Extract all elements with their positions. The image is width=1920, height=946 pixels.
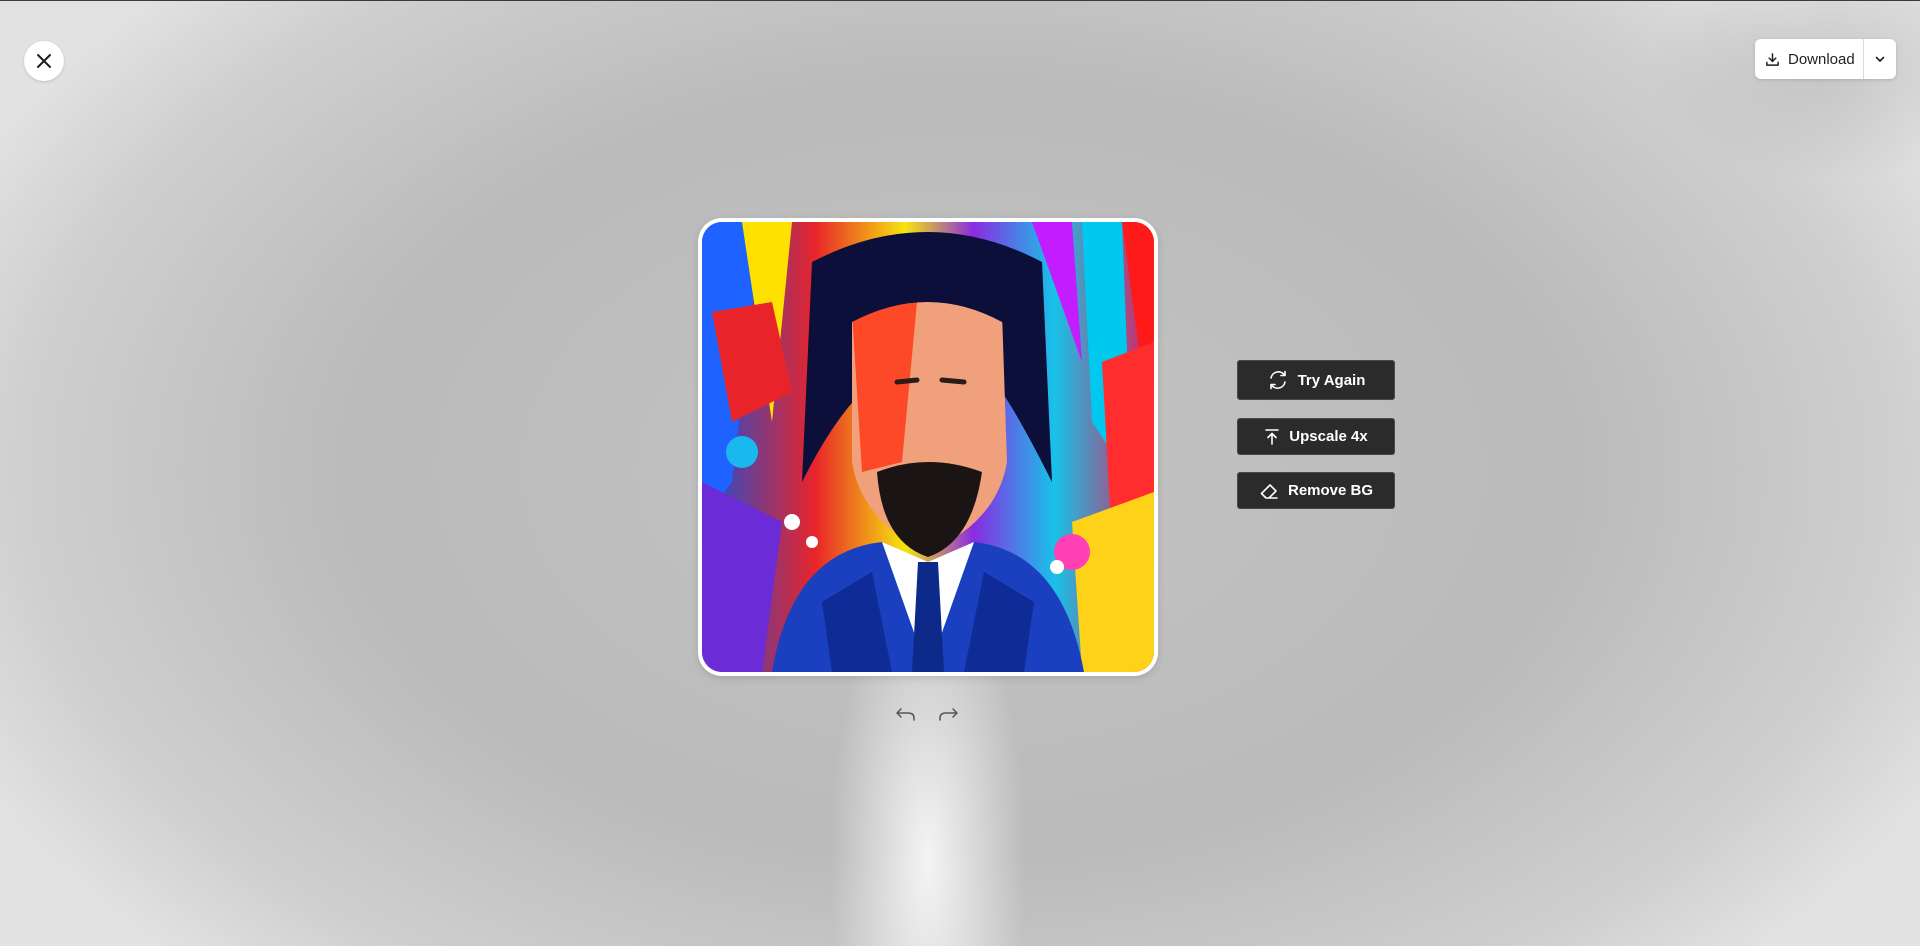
download-button[interactable]: Download [1755,39,1863,79]
redo-button[interactable] [935,701,961,727]
upscale-button[interactable]: Upscale 4x [1237,418,1395,455]
download-icon [1766,52,1779,66]
download-button-group: Download [1755,39,1896,79]
upscale-icon [1265,428,1280,445]
chevron-down-icon [1875,56,1885,62]
undo-button[interactable] [893,701,919,727]
try-again-label: Try Again [1297,371,1366,389]
redo-icon [939,708,958,721]
download-label: Download [1788,50,1855,68]
remove-bg-label: Remove BG [1287,482,1374,499]
eraser-icon [1260,483,1278,499]
close-icon [37,54,51,68]
generated-image [702,222,1154,672]
download-options-button[interactable] [1864,39,1896,79]
top-border [0,0,1920,1]
upscale-label: Upscale 4x [1289,428,1368,445]
refresh-icon [1269,370,1286,390]
try-again-button[interactable]: Try Again [1237,360,1395,400]
close-button[interactable] [24,41,64,81]
remove-bg-button[interactable]: Remove BG [1237,472,1395,509]
history-controls [893,701,961,727]
portrait-illustration [702,222,1154,672]
generated-image-frame [698,218,1158,676]
undo-icon [896,708,915,721]
